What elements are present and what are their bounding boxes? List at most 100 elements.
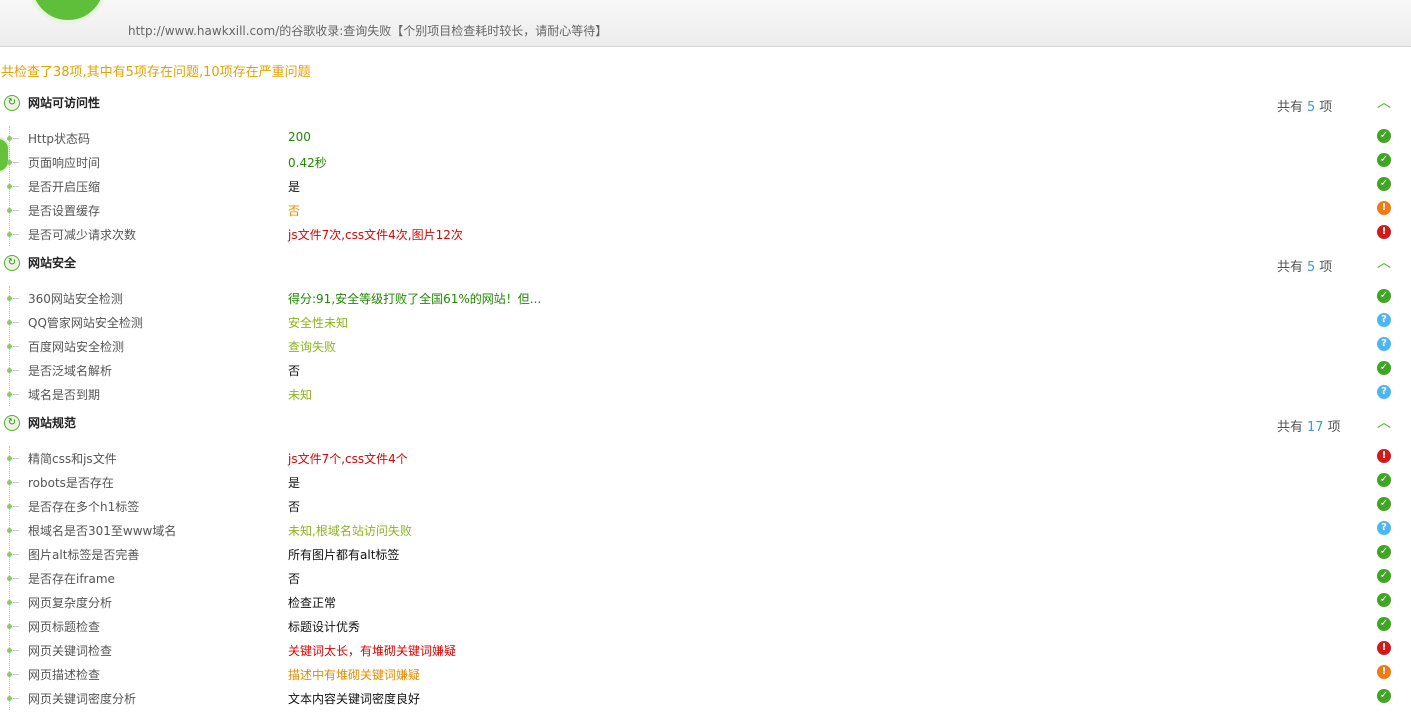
check-item-value: 否 xyxy=(288,364,301,378)
question-icon[interactable]: ? xyxy=(1377,521,1391,535)
check-row: 根域名是否301至www域名 未知,根域名站访问失败? xyxy=(0,521,1411,546)
check-row: Http状态码 200 ✓ xyxy=(0,129,1411,154)
check-item-value: 0.42秒 xyxy=(288,156,327,170)
section-title: 网站可访问性 xyxy=(28,96,101,110)
check-icon[interactable]: ✓ xyxy=(1377,617,1391,631)
check-item-value: 检查正常 xyxy=(288,596,337,610)
bullet-dot xyxy=(7,184,19,189)
check-row: 页面响应时间 0.42秒 ✓ xyxy=(0,153,1411,178)
check-row: 是否泛域名解析 否 ✓ xyxy=(0,361,1411,386)
bullet-dot xyxy=(7,696,19,701)
check-row: 是否设置缓存 否! xyxy=(0,201,1411,226)
count-suffix: 项 xyxy=(1319,260,1333,275)
check-item-name: QQ管家网站安全检测 xyxy=(28,316,143,330)
exclamation-icon[interactable]: ! xyxy=(1377,449,1391,463)
section-title: 网站规范 xyxy=(28,416,77,430)
bullet-dot xyxy=(7,648,19,653)
check-item-value: 否 xyxy=(288,572,301,586)
section-item-count: 共有 5 项 xyxy=(1277,96,1332,115)
section-header: ↻ 网站安全 共有 5 项 ︿ xyxy=(0,254,1411,278)
check-icon[interactable]: ✓ xyxy=(1377,569,1391,583)
check-item-value: 200 xyxy=(288,130,311,144)
bullet-dot xyxy=(7,600,19,605)
exclamation-icon[interactable]: ! xyxy=(1377,641,1391,655)
check-icon[interactable]: ✓ xyxy=(1377,689,1391,703)
bullet-dot xyxy=(7,344,19,349)
check-icon[interactable]: ✓ xyxy=(1377,289,1391,303)
chevron-up-icon[interactable]: ︿ xyxy=(1375,254,1393,272)
count-prefix: 共有 xyxy=(1277,420,1304,435)
refresh-icon: ↻ xyxy=(4,255,20,271)
check-row: 百度网站安全检测 查询失败? xyxy=(0,337,1411,362)
check-icon[interactable]: ✓ xyxy=(1377,545,1391,559)
bullet-dot xyxy=(7,552,19,557)
check-item-value: 未知 xyxy=(288,388,313,402)
check-item-name: robots是否存在 xyxy=(28,476,114,490)
check-row: 图片alt标签是否完善 所有图片都有alt标签 ✓ xyxy=(0,545,1411,570)
check-row: 网页描述检查 描述中有堆砌关键词嫌疑! xyxy=(0,665,1411,690)
check-icon[interactable]: ✓ xyxy=(1377,153,1391,167)
check-row: 域名是否到期 未知? xyxy=(0,385,1411,410)
check-row: QQ管家网站安全检测 安全性未知? xyxy=(0,313,1411,338)
section-item-count: 共有 5 项 xyxy=(1277,256,1332,275)
check-icon[interactable]: ✓ xyxy=(1377,129,1391,143)
top-header: http://www.hawkxill.com/的谷歌收录:查询失败【个别项目检… xyxy=(0,0,1411,47)
count-suffix: 项 xyxy=(1319,100,1333,115)
check-item-name: 网页关键词检查 xyxy=(28,644,113,658)
check-item-value: 描述中有堆砌关键词嫌疑 xyxy=(288,668,421,682)
bullet-dot xyxy=(7,456,19,461)
check-item-value: 未知,根域名站访问失败 xyxy=(288,524,412,538)
check-item-name: 是否开启压缩 xyxy=(28,180,101,194)
logo xyxy=(28,0,108,24)
chevron-up-icon[interactable]: ︿ xyxy=(1375,414,1393,432)
bullet-dot xyxy=(7,136,19,141)
check-row: robots是否存在 是 ✓ xyxy=(0,473,1411,498)
check-summary: 共检查了38项,其中有5项存在问题,10项存在严重问题 xyxy=(1,65,311,80)
question-icon[interactable]: ? xyxy=(1377,313,1391,327)
check-item-value: 所有图片都有alt标签 xyxy=(288,548,400,562)
check-item-value: 否 xyxy=(288,500,301,514)
chevron-up-icon[interactable]: ︿ xyxy=(1375,94,1393,112)
refresh-icon: ↻ xyxy=(4,95,20,111)
check-item-name: 百度网站安全检测 xyxy=(28,340,125,354)
section-item-count: 共有 17 项 xyxy=(1277,416,1341,435)
check-item-value: 是 xyxy=(288,476,301,490)
bullet-dot xyxy=(7,504,19,509)
check-row: 网页关键词密度分析 文本内容关键词密度良好 ✓ xyxy=(0,689,1411,714)
question-icon[interactable]: ? xyxy=(1377,385,1391,399)
check-icon[interactable]: ✓ xyxy=(1377,497,1391,511)
exclamation-icon[interactable]: ! xyxy=(1377,201,1391,215)
check-item-name: 是否泛域名解析 xyxy=(28,364,113,378)
check-row: 精简css和js文件 js文件7个,css文件4个! xyxy=(0,449,1411,474)
check-item-name: 是否可减少请求次数 xyxy=(28,228,137,242)
count-number: 5 xyxy=(1307,260,1316,275)
check-row: 是否存在多个h1标签 否 ✓ xyxy=(0,497,1411,522)
check-item-name: 页面响应时间 xyxy=(28,156,101,170)
bullet-dot xyxy=(7,480,19,485)
check-row: 360网站安全检测 得分:91,安全等级打败了全国61%的网站！但... ✓ xyxy=(0,289,1411,314)
check-item-name: 图片alt标签是否完善 xyxy=(28,548,140,562)
check-item-name: 精简css和js文件 xyxy=(28,452,117,466)
check-item-name: 网页复杂度分析 xyxy=(28,596,113,610)
question-icon[interactable]: ? xyxy=(1377,337,1391,351)
bullet-dot xyxy=(7,320,19,325)
check-item-name: 是否存在多个h1标签 xyxy=(28,500,140,514)
check-item-name: 网页标题检查 xyxy=(28,620,101,634)
check-item-value: 查询失败 xyxy=(288,340,337,354)
bullet-dot xyxy=(7,368,19,373)
check-icon[interactable]: ✓ xyxy=(1377,593,1391,607)
count-number: 17 xyxy=(1307,420,1324,435)
check-item-value: 文本内容关键词密度良好 xyxy=(288,692,421,706)
bullet-dot xyxy=(7,624,19,629)
exclamation-icon[interactable]: ! xyxy=(1377,665,1391,679)
count-prefix: 共有 xyxy=(1277,260,1304,275)
check-icon[interactable]: ✓ xyxy=(1377,473,1391,487)
check-item-name: Http状态码 xyxy=(28,132,91,146)
check-item-value: 安全性未知 xyxy=(288,316,349,330)
check-icon[interactable]: ✓ xyxy=(1377,361,1391,375)
check-icon[interactable]: ✓ xyxy=(1377,177,1391,191)
bullet-dot xyxy=(7,576,19,581)
exclamation-icon[interactable]: ! xyxy=(1377,225,1391,239)
check-item-name: 网页描述检查 xyxy=(28,668,101,682)
check-row: 网页关键词检查 关键词太长，有堆砌关键词嫌疑! xyxy=(0,641,1411,666)
